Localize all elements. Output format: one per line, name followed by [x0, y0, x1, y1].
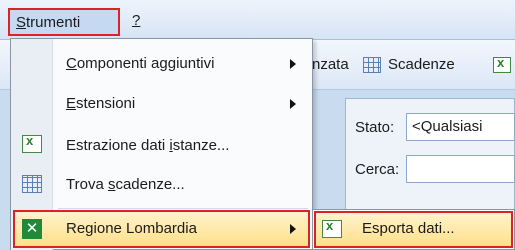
- cerca-label: Cerca:: [355, 161, 400, 178]
- toolbar-partial-label[interactable]: nzata: [312, 52, 349, 78]
- scadenze-button[interactable]: Scadenze: [388, 52, 455, 78]
- menu-item-estensioni[interactable]: Estensioni: [66, 91, 135, 117]
- calendar-icon: [363, 57, 381, 73]
- stato-label: Stato:: [355, 119, 395, 136]
- menu-item-componenti-aggiuntivi[interactable]: Componenti aggiuntivi: [66, 51, 214, 77]
- menu-separator: [58, 208, 308, 209]
- submenu-arrow-icon: [290, 59, 296, 69]
- menu-strumenti-label: trumenti: [26, 14, 81, 31]
- submenu-item-esporta-dati-label: Esporta dati...: [362, 220, 455, 237]
- menu-strumenti[interactable]: Strumenti: [8, 8, 120, 36]
- submenu-arrow-icon: [290, 224, 296, 234]
- stato-select[interactable]: <Qualsiasi: [406, 113, 515, 141]
- menu-item-regione-lombardia-label: Regione Lombardia: [66, 220, 197, 237]
- submenu-arrow-icon: [290, 99, 296, 109]
- menu-strumenti-mnemonic: S: [16, 14, 27, 31]
- cerca-input[interactable]: [406, 155, 515, 183]
- menu-help-label: ?: [132, 12, 141, 29]
- menu-item-estrazione-dati-istanze[interactable]: Estrazione dati istanze...: [66, 133, 229, 159]
- excel-icon[interactable]: [493, 55, 511, 73]
- excel-icon: [322, 218, 342, 238]
- regione-lombardia-icon: ✕: [22, 219, 42, 239]
- menu-help[interactable]: ?: [126, 8, 150, 36]
- excel-icon: [22, 133, 42, 153]
- calendar-icon: [22, 175, 42, 193]
- menu-item-trova-scadenze[interactable]: Trova scadenze...: [66, 172, 185, 198]
